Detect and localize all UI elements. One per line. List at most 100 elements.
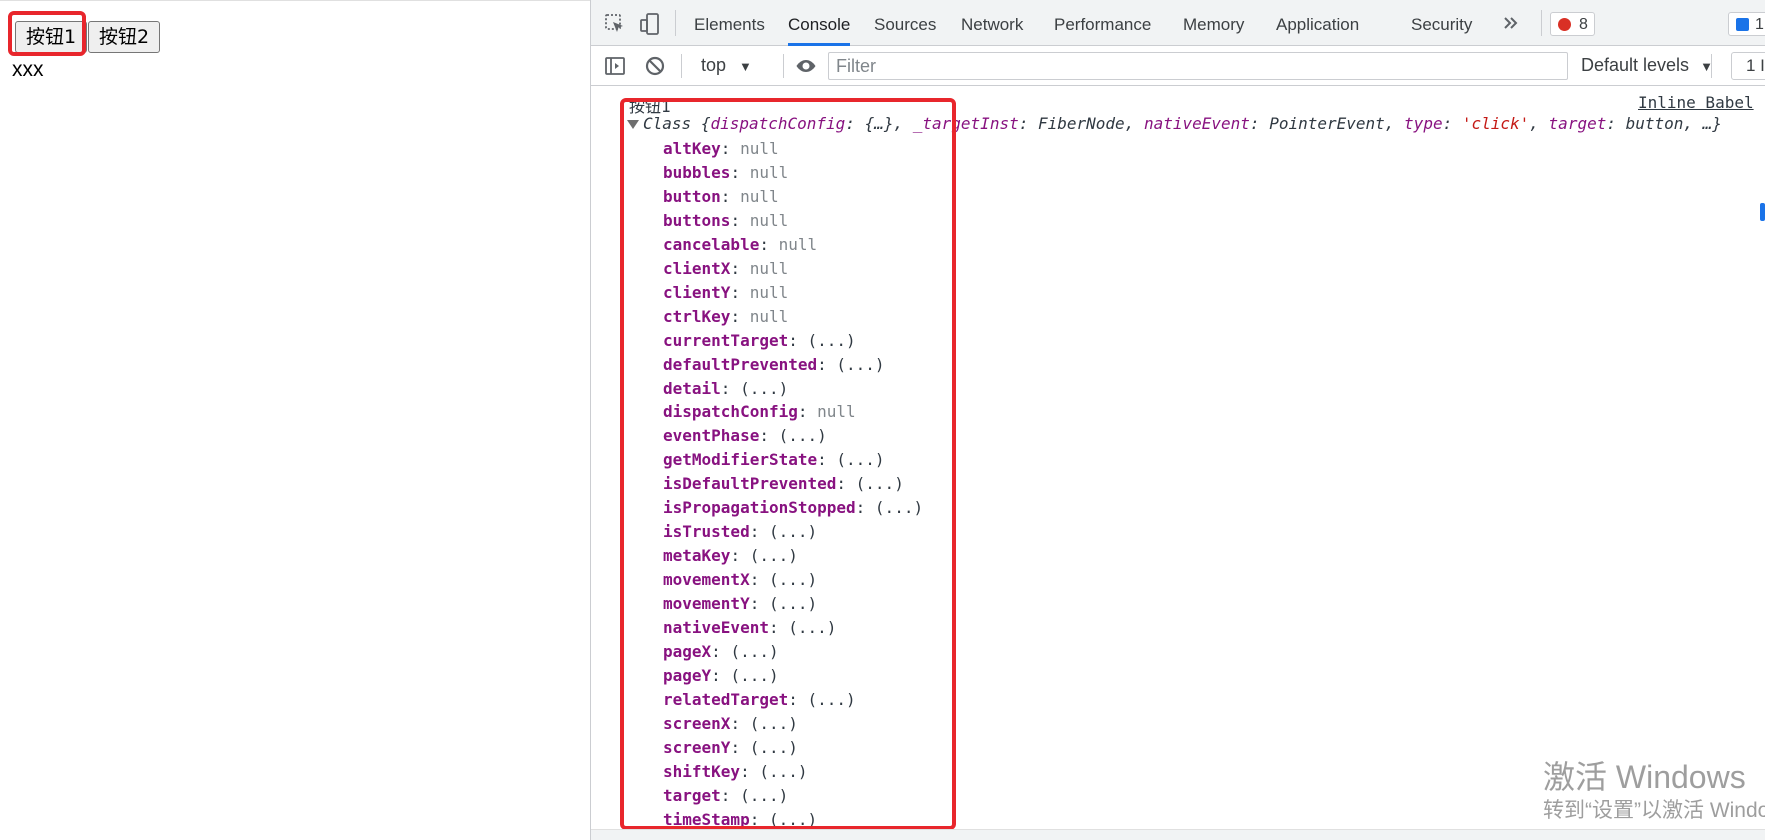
issues-button[interactable]: 1 I — [1731, 52, 1765, 80]
property-value[interactable]: (...) — [740, 379, 788, 398]
property-key: target — [663, 785, 721, 805]
expand-triangle-icon[interactable] — [627, 120, 639, 129]
object-preview[interactable]: Class {dispatchConfig: {…}, _targetInst:… — [627, 114, 1722, 133]
property-row[interactable]: detail: (...) — [663, 378, 923, 402]
button-2[interactable]: 按钮2 — [88, 21, 161, 53]
property-key: relatedTarget — [663, 689, 789, 709]
property-value[interactable]: (...) — [769, 522, 817, 541]
property-value[interactable]: (...) — [750, 546, 798, 565]
clear-console-icon[interactable] — [643, 54, 667, 78]
filter-input[interactable] — [828, 52, 1568, 80]
property-value: null — [749, 210, 789, 230]
property-value[interactable]: (...) — [730, 642, 778, 661]
errors-badge[interactable]: 8 — [1550, 12, 1595, 36]
messages-badge[interactable]: 1 — [1728, 12, 1765, 36]
errors-count: 8 — [1579, 16, 1588, 33]
property-row[interactable]: pageY: (...) — [663, 665, 923, 689]
property-value[interactable]: (...) — [808, 331, 856, 350]
tab-network[interactable]: Network — [961, 0, 1023, 46]
property-row[interactable]: screenY: (...) — [663, 737, 923, 761]
property-row[interactable]: defaultPrevented: (...) — [663, 354, 923, 378]
property-colon: : — [730, 546, 750, 566]
property-row[interactable]: isDefaultPrevented: (...) — [663, 473, 923, 497]
tab-security[interactable]: Security — [1411, 0, 1472, 46]
preview-key: dispatchConfig — [710, 114, 846, 133]
property-value[interactable]: (...) — [769, 810, 817, 829]
preview-ellipsis: …} — [1702, 114, 1722, 133]
property-row[interactable]: relatedTarget: (...) — [663, 689, 923, 713]
property-colon: : — [759, 234, 779, 254]
property-row[interactable]: metaKey: (...) — [663, 545, 923, 569]
property-key: buttons — [663, 210, 731, 230]
property-colon: : — [855, 498, 875, 518]
property-row[interactable]: nativeEvent: (...) — [663, 617, 923, 641]
property-value[interactable]: (...) — [730, 666, 778, 685]
context-label: top — [701, 55, 727, 75]
property-key: detail — [663, 378, 721, 398]
inspect-element-icon[interactable] — [603, 12, 627, 36]
button-1[interactable]: 按钮1 — [15, 21, 88, 53]
property-value[interactable]: (...) — [788, 618, 836, 637]
preview-value: PointerEvent — [1269, 114, 1385, 133]
property-key: defaultPrevented — [663, 354, 818, 374]
property-value[interactable]: (...) — [740, 786, 788, 805]
property-value[interactable]: (...) — [779, 426, 827, 445]
property-row[interactable]: clientY: null — [663, 282, 923, 306]
log-levels-dropdown[interactable]: Default levels ▼ — [1581, 55, 1713, 76]
property-row[interactable]: pageX: (...) — [663, 641, 923, 665]
property-row[interactable]: ctrlKey: null — [663, 306, 923, 330]
property-value[interactable]: (...) — [769, 570, 817, 589]
property-value[interactable]: (...) — [769, 594, 817, 613]
tab-console[interactable]: Console — [788, 0, 851, 46]
device-toolbar-icon[interactable] — [638, 12, 662, 36]
property-row[interactable]: button: null — [663, 186, 923, 210]
double-chevron-right-icon[interactable] — [1499, 11, 1523, 35]
property-key: movementX — [663, 570, 750, 590]
property-row[interactable]: isPropagationStopped: (...) — [663, 497, 923, 521]
property-value[interactable]: (...) — [875, 498, 923, 517]
property-row[interactable]: isTrusted: (...) — [663, 521, 923, 545]
property-row[interactable]: currentTarget: (...) — [663, 330, 923, 354]
sidebar-toggle-icon[interactable] — [603, 54, 627, 78]
tab-elements[interactable]: Elements — [694, 0, 765, 46]
property-row[interactable]: eventPhase: (...) — [663, 425, 923, 449]
property-value[interactable]: (...) — [750, 738, 798, 757]
eye-icon[interactable] — [794, 54, 818, 78]
property-row[interactable]: movementX: (...) — [663, 569, 923, 593]
property-value[interactable]: (...) — [750, 714, 798, 733]
property-row[interactable]: target: (...) — [663, 785, 923, 809]
property-row[interactable]: shiftKey: (...) — [663, 761, 923, 785]
property-row[interactable]: altKey: null — [663, 138, 923, 162]
property-value[interactable]: (...) — [856, 474, 904, 493]
preview-value: FiberNode — [1037, 114, 1125, 133]
tab-memory[interactable]: Memory — [1183, 0, 1244, 46]
property-row[interactable]: movementY: (...) — [663, 593, 923, 617]
property-value[interactable]: (...) — [836, 450, 884, 469]
property-key: pageY — [663, 665, 712, 685]
property-colon: : — [749, 594, 769, 614]
property-key: ctrlKey — [663, 306, 731, 326]
property-row[interactable]: cancelable: null — [663, 234, 923, 258]
object-properties: altKey: null bubbles: null button: null but… — [663, 138, 923, 833]
property-value[interactable]: (...) — [836, 355, 884, 374]
property-value[interactable]: (...) — [759, 762, 807, 781]
preview-value: button — [1625, 114, 1684, 133]
object-info-icon[interactable] — [1760, 203, 1765, 221]
log-source-link[interactable]: Inline Babel — [1638, 93, 1754, 112]
property-value: null — [740, 139, 779, 158]
page-text: xxx — [12, 58, 44, 81]
property-value: null — [749, 162, 789, 182]
tab-performance[interactable]: Performance — [1054, 0, 1151, 46]
tab-application[interactable]: Application — [1276, 0, 1359, 46]
property-row[interactable]: dispatchConfig: null — [663, 401, 923, 425]
property-colon: : — [720, 186, 741, 206]
tab-sources[interactable]: Sources — [874, 0, 936, 46]
property-row[interactable]: screenX: (...) — [663, 713, 923, 737]
horizontal-scrollbar[interactable] — [591, 829, 1765, 840]
property-row[interactable]: getModifierState: (...) — [663, 449, 923, 473]
property-row[interactable]: bubbles: null — [663, 162, 923, 186]
property-row[interactable]: clientX: null — [663, 258, 923, 282]
context-selector[interactable]: top ▼ — [701, 55, 752, 76]
property-value[interactable]: (...) — [808, 690, 856, 709]
property-row[interactable]: buttons: null — [663, 210, 923, 234]
